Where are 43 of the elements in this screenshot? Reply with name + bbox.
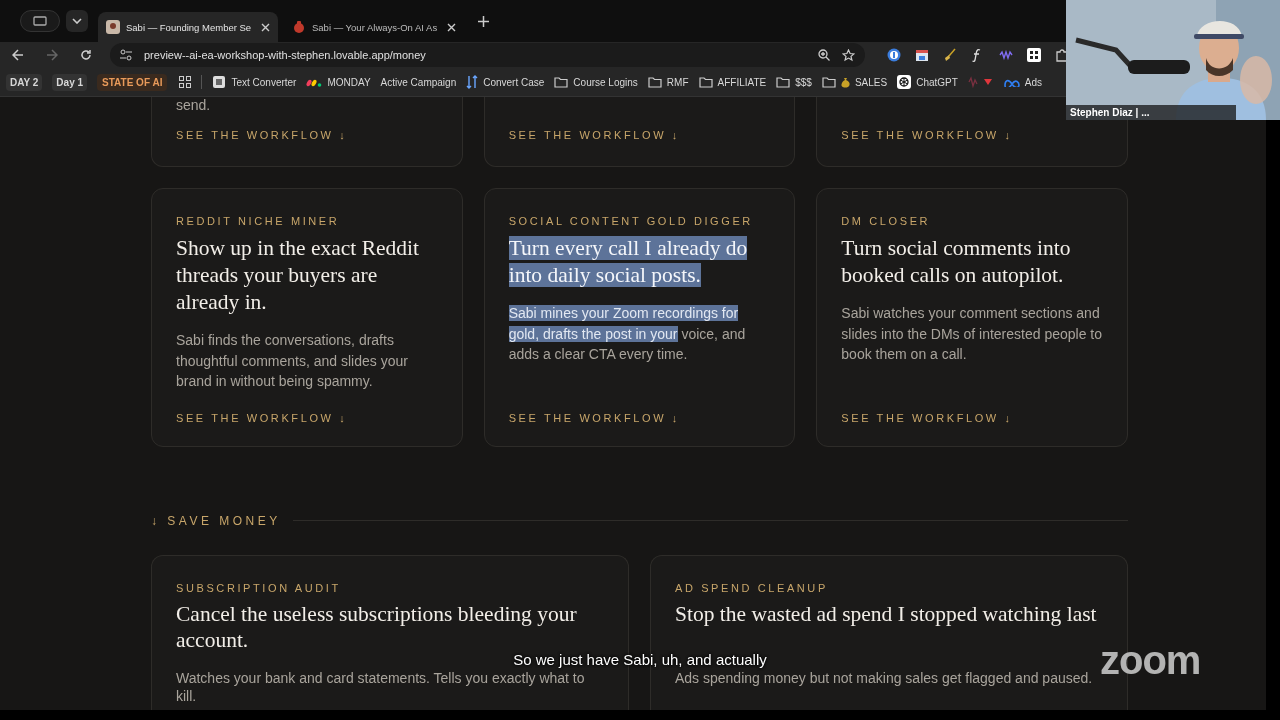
card-label: AD SPEND CLEANUP [675, 581, 829, 594]
card-description: Sabi finds the conversations, drafts thoughtful comments, and slides your brand in without being spammy. [176, 331, 409, 391]
bookmark[interactable]: MONDAY [306, 76, 371, 88]
card-title: Turn social comments into booked calls on autopilot. [841, 235, 1072, 289]
participant-name: Stephen Diaz | ... [1066, 105, 1236, 120]
card-label: SUBSCRIPTION AUDIT [176, 581, 342, 594]
browser-tab[interactable]: Sabi — Founding Member Se [98, 12, 278, 42]
see-workflow-link[interactable]: SEE THE WORKFLOW ↓ [176, 391, 438, 424]
bookmark[interactable]: Text Converter [212, 75, 297, 89]
card-description: Ads spending money but not making sales get flagged and paused. [675, 668, 1094, 687]
bookmark[interactable]: DAY 2 [6, 73, 43, 91]
bookmark[interactable]: ChatGPT [897, 75, 958, 89]
browser-tab[interactable]: Sabi — Your Always-On AI As [284, 12, 464, 42]
card-description: Sabi mines your Zoom recordings for gold, drafts the post in your voice, and adds a clear CTA every time. [508, 304, 747, 364]
section-heading: ↓ SAVE MONEY [151, 513, 281, 528]
bookmark[interactable]: AFFILIATE [698, 76, 767, 88]
card-description: Watches your bank and card statements. Tells you exactly what to kill. [176, 668, 586, 705]
see-workflow-link[interactable]: SEE THE WORKFLOW ↓ [508, 391, 771, 424]
card-description: send. [176, 97, 212, 113]
bookmark[interactable]: STATE OF AI [97, 73, 168, 91]
bookmark[interactable]: Convert Case [466, 75, 545, 89]
bookmark[interactable]: Day 1 [52, 73, 88, 91]
card-label: DM CLOSER [841, 215, 932, 227]
card-title: Show up in the exact Reddit threads your buyers are already in. [176, 235, 421, 316]
card-label: SOCIAL CONTENT GOLD DIGGER [508, 215, 754, 227]
bookmark[interactable]: Ads [1003, 76, 1043, 88]
bookmark[interactable]: RMF [647, 76, 689, 88]
card-title: Cancel the useless subscriptions bleeding your account. [176, 600, 578, 653]
card-label: REDDIT NICHE MINER [176, 215, 341, 227]
bookmark[interactable]: Course Logins [554, 76, 638, 88]
bookmark[interactable]: Active Campaign [380, 76, 457, 88]
caption-text: So we just have Sabi, uh, and actually [513, 652, 767, 668]
see-workflow-link[interactable]: SEE THE WORKFLOW ↓ [841, 129, 1103, 141]
bookmark[interactable]: $$$ [776, 76, 812, 88]
card-title: Stop the wasted ad spend I stopped watching last [675, 600, 1098, 628]
bookmark[interactable]: SALES [821, 76, 888, 88]
see-workflow-link[interactable]: SEE THE WORKFLOW ↓ [176, 129, 438, 141]
address-bar[interactable]: preview--ai-ea-workshop-with-stephen.lovable.app/money [110, 43, 865, 67]
card-description: Sabi watches your comment sections and slides into the DMs of interested people to book them on a call. [841, 304, 1103, 364]
see-workflow-link[interactable]: SEE THE WORKFLOW ↓ [508, 129, 771, 141]
zoom-logo: zoom [1100, 638, 1201, 683]
card-title: Turn every call I already do into daily social posts. [508, 235, 749, 289]
see-workflow-link[interactable]: SEE THE WORKFLOW ↓ [841, 391, 1103, 424]
